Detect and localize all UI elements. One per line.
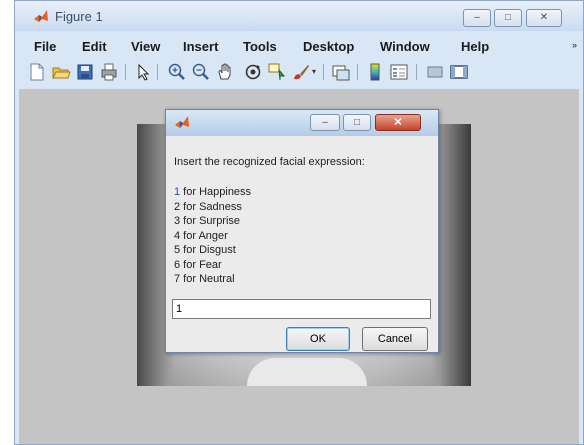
figure-title: Figure 1 bbox=[55, 9, 103, 24]
pointer-icon[interactable] bbox=[133, 62, 153, 82]
dialog-close-button[interactable]: ✕ bbox=[375, 114, 421, 131]
colorbar-icon[interactable] bbox=[365, 62, 385, 82]
option-label: for Sadness bbox=[180, 200, 242, 213]
toolbar-separator bbox=[323, 64, 324, 80]
toolbar-separator bbox=[157, 64, 158, 80]
data-cursor-icon[interactable] bbox=[267, 62, 287, 82]
minimize-button[interactable]: ‒ bbox=[463, 9, 491, 27]
close-icon: ✕ bbox=[393, 116, 403, 128]
option-label: for Surprise bbox=[180, 215, 241, 227]
menu-file[interactable]: File bbox=[34, 39, 56, 54]
hide-plot-tools-icon[interactable] bbox=[425, 62, 445, 82]
menu-desktop[interactable]: Desktop bbox=[303, 39, 354, 54]
maximize-icon: □ bbox=[353, 116, 361, 128]
image-chin bbox=[247, 358, 367, 386]
open-file-icon[interactable] bbox=[51, 62, 71, 82]
dialog-minimize-button[interactable]: ‒ bbox=[310, 114, 340, 131]
option-item: 6 for Fear bbox=[174, 258, 251, 273]
menu-window[interactable]: Window bbox=[380, 39, 430, 54]
figure-title-bar[interactable]: Figure 1 ‒ □ ✕ bbox=[15, 1, 583, 31]
ok-button[interactable]: OK bbox=[286, 327, 350, 351]
zoom-in-icon[interactable] bbox=[167, 62, 187, 82]
pan-hand-icon[interactable] bbox=[215, 62, 235, 82]
toolbar-separator bbox=[416, 64, 417, 80]
brush-icon[interactable] bbox=[291, 62, 311, 82]
menu-help[interactable]: Help bbox=[461, 39, 489, 54]
menu-overflow-icon[interactable]: » bbox=[572, 40, 577, 50]
option-label: for Fear bbox=[180, 258, 222, 271]
expression-options-list: 1 for Happiness 2 for Sadness 3 for Surp… bbox=[174, 185, 251, 287]
dialog-prompt: Insert the recognized facial expression: bbox=[174, 156, 365, 168]
dialog-title-bar[interactable]: ‒ □ ✕ bbox=[166, 110, 438, 136]
option-item: 4 for Anger bbox=[174, 229, 251, 244]
menu-view[interactable]: View bbox=[131, 39, 160, 54]
option-item: 1 for Happiness bbox=[174, 185, 251, 200]
brush-dropdown-icon[interactable]: ▾ bbox=[312, 67, 316, 76]
expression-input[interactable] bbox=[172, 299, 431, 319]
toolbar-separator bbox=[125, 64, 126, 80]
matlab-logo-icon bbox=[34, 10, 48, 22]
minimize-icon: ‒ bbox=[474, 12, 480, 23]
rotate-3d-icon[interactable] bbox=[243, 62, 263, 82]
option-item: 3 for Surprise bbox=[174, 214, 251, 229]
option-label: for Neutral bbox=[180, 273, 235, 285]
zoom-out-icon[interactable] bbox=[191, 62, 211, 82]
figure-toolbar: ▾ bbox=[15, 59, 583, 85]
close-button[interactable]: ✕ bbox=[526, 9, 562, 27]
option-item: 5 for Disgust bbox=[174, 243, 251, 258]
menu-tools[interactable]: Tools bbox=[243, 39, 277, 54]
menu-edit[interactable]: Edit bbox=[82, 39, 107, 54]
print-icon[interactable] bbox=[99, 62, 119, 82]
option-item: 2 for Sadness bbox=[174, 200, 251, 215]
option-label: for Happiness bbox=[180, 186, 252, 198]
minimize-icon: ‒ bbox=[322, 116, 328, 128]
new-figure-icon[interactable] bbox=[27, 62, 47, 82]
input-dialog: ‒ □ ✕ Insert the recognized facial expre… bbox=[165, 109, 439, 353]
menu-insert[interactable]: Insert bbox=[183, 39, 218, 54]
matlab-logo-icon bbox=[175, 116, 189, 128]
toolbar-separator bbox=[357, 64, 358, 80]
show-plot-tools-icon[interactable] bbox=[449, 62, 469, 82]
maximize-button[interactable]: □ bbox=[494, 9, 522, 27]
close-icon: ✕ bbox=[539, 12, 549, 23]
link-plot-icon[interactable] bbox=[331, 62, 351, 82]
option-label: for Anger bbox=[180, 229, 228, 242]
menu-bar: File Edit View Insert Tools Desktop Wind… bbox=[15, 35, 583, 57]
maximize-icon: □ bbox=[504, 12, 512, 23]
cancel-button[interactable]: Cancel bbox=[362, 327, 428, 351]
option-label: for Disgust bbox=[180, 244, 236, 256]
dialog-maximize-button[interactable]: □ bbox=[343, 114, 371, 131]
legend-icon[interactable] bbox=[389, 62, 409, 82]
save-icon[interactable] bbox=[75, 62, 95, 82]
option-item: 7 for Neutral bbox=[174, 272, 251, 287]
